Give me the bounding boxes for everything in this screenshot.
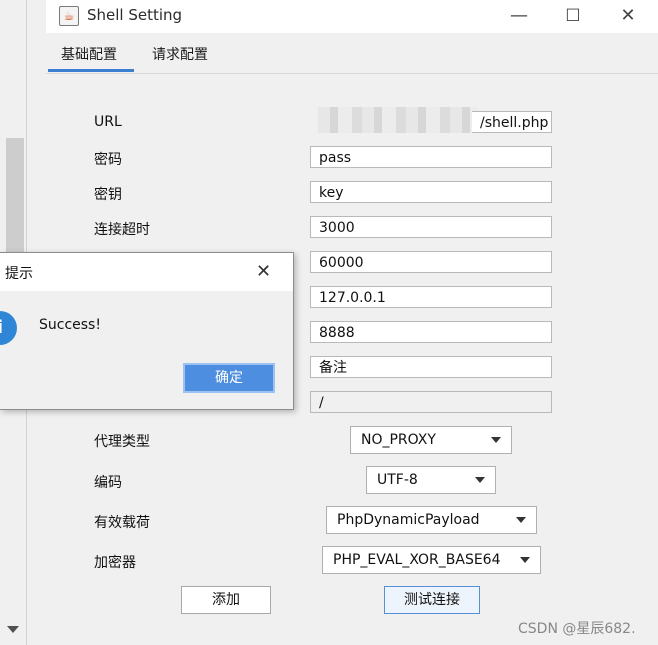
window-title: Shell Setting [87, 6, 183, 24]
chevron-down-icon [520, 557, 530, 563]
watermark: CSDN @星辰682. [518, 621, 636, 637]
scroll-down-arrow-icon[interactable] [7, 626, 19, 633]
timeout-field[interactable]: 3000 [310, 216, 552, 238]
encoding-select[interactable]: UTF-8 [366, 466, 496, 494]
redacted-url-host [318, 107, 478, 133]
dialog-body: i Success! 确定 [0, 291, 293, 409]
chevron-down-icon [491, 437, 501, 443]
crypto-value: PHP_EVAL_XOR_BASE64 [333, 552, 501, 568]
proxy-port-field[interactable]: 8888 [310, 321, 552, 343]
minimize-button[interactable]: — [504, 4, 534, 28]
read-timeout-field[interactable]: 60000 [310, 251, 552, 273]
dialog-message: Success! [39, 317, 101, 333]
tab-bar: 基础配置 请求配置 [46, 33, 658, 74]
chevron-down-icon [475, 477, 485, 483]
timeout-label: 连接超时 [94, 222, 150, 238]
payload-select[interactable]: PhpDynamicPayload [326, 506, 537, 534]
dialog-title: 提示 [5, 266, 33, 282]
url-field[interactable]: /shell.php [472, 111, 552, 133]
proxy-host-field[interactable]: 127.0.0.1 [310, 286, 552, 308]
proxy-type-select[interactable]: NO_PROXY [350, 426, 512, 454]
path-field[interactable]: / [310, 391, 552, 413]
proxy-type-label: 代理类型 [94, 434, 150, 450]
title-bar: ☕ Shell Setting — ☐ ✕ [46, 0, 658, 33]
key-field[interactable]: key [310, 181, 552, 203]
ok-button[interactable]: 确定 [183, 363, 275, 393]
success-dialog: 提示 ✕ i Success! 确定 [0, 252, 294, 410]
password-label: 密码 [94, 152, 122, 168]
test-connection-button[interactable]: 测试连接 [384, 586, 480, 614]
url-label: URL [94, 114, 122, 130]
scrollbar-thumb[interactable] [6, 138, 24, 263]
encoding-value: UTF-8 [377, 472, 418, 488]
tab-request-config[interactable]: 请求配置 [152, 44, 208, 64]
tab-basic-config[interactable]: 基础配置 [61, 44, 117, 64]
dialog-close-button[interactable]: ✕ [256, 261, 271, 282]
encoding-label: 编码 [94, 475, 122, 491]
payload-label: 有效载荷 [94, 515, 150, 531]
chevron-down-icon [516, 517, 526, 523]
remark-field[interactable]: 备注 [310, 356, 552, 378]
java-cup-icon: ☕ [59, 6, 79, 26]
password-field[interactable]: pass [310, 146, 552, 168]
add-button[interactable]: 添加 [181, 586, 271, 614]
maximize-button[interactable]: ☐ [558, 4, 588, 28]
key-label: 密钥 [94, 187, 122, 203]
payload-value: PhpDynamicPayload [337, 512, 480, 528]
active-tab-indicator [48, 69, 134, 72]
crypto-label: 加密器 [94, 555, 136, 571]
proxy-type-value: NO_PROXY [361, 432, 436, 448]
close-button[interactable]: ✕ [613, 4, 643, 28]
crypto-select[interactable]: PHP_EVAL_XOR_BASE64 [322, 546, 541, 574]
info-icon: i [0, 311, 17, 345]
